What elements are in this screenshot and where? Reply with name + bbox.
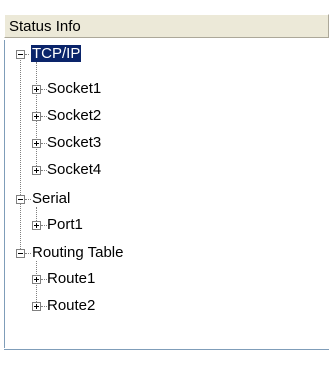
collapse-tcpip-icon[interactable] <box>16 50 25 59</box>
expand-socket2-icon[interactable] <box>32 112 41 121</box>
tree-node-serial[interactable]: Serial <box>31 190 71 207</box>
status-info-panel: Status Info TCP/IP Socket1 Socket2 Socke… <box>0 0 329 365</box>
tree-node-socket1[interactable]: Socket1 <box>46 80 102 97</box>
tree-node-routing-table[interactable]: Routing Table <box>31 244 124 261</box>
expand-route2-icon[interactable] <box>32 302 41 311</box>
collapse-routing-table-icon[interactable] <box>16 249 25 258</box>
expand-socket3-icon[interactable] <box>32 139 41 148</box>
collapse-serial-icon[interactable] <box>16 195 25 204</box>
expand-route1-icon[interactable] <box>32 275 41 284</box>
column-header[interactable]: Status Info <box>4 14 329 38</box>
tree-node-socket4[interactable]: Socket4 <box>46 161 102 178</box>
tree-node-tcpip[interactable]: TCP/IP <box>29 44 83 63</box>
tree-root-line <box>20 54 21 253</box>
tree-node-port1[interactable]: Port1 <box>46 216 84 233</box>
tree-node-socket3[interactable]: Socket3 <box>46 134 102 151</box>
expand-port1-icon[interactable] <box>32 221 41 230</box>
tree-view[interactable]: TCP/IP Socket1 Socket2 Socket3 Socket4 S… <box>4 40 329 348</box>
tree-node-route2[interactable]: Route2 <box>46 297 96 314</box>
column-header-title: Status Info <box>9 18 81 35</box>
expand-socket1-icon[interactable] <box>32 85 41 94</box>
tree-node-socket2[interactable]: Socket2 <box>46 107 102 124</box>
expand-socket4-icon[interactable] <box>32 166 41 175</box>
tree-node-route1[interactable]: Route1 <box>46 270 96 287</box>
tree-bottom-border <box>4 349 329 350</box>
